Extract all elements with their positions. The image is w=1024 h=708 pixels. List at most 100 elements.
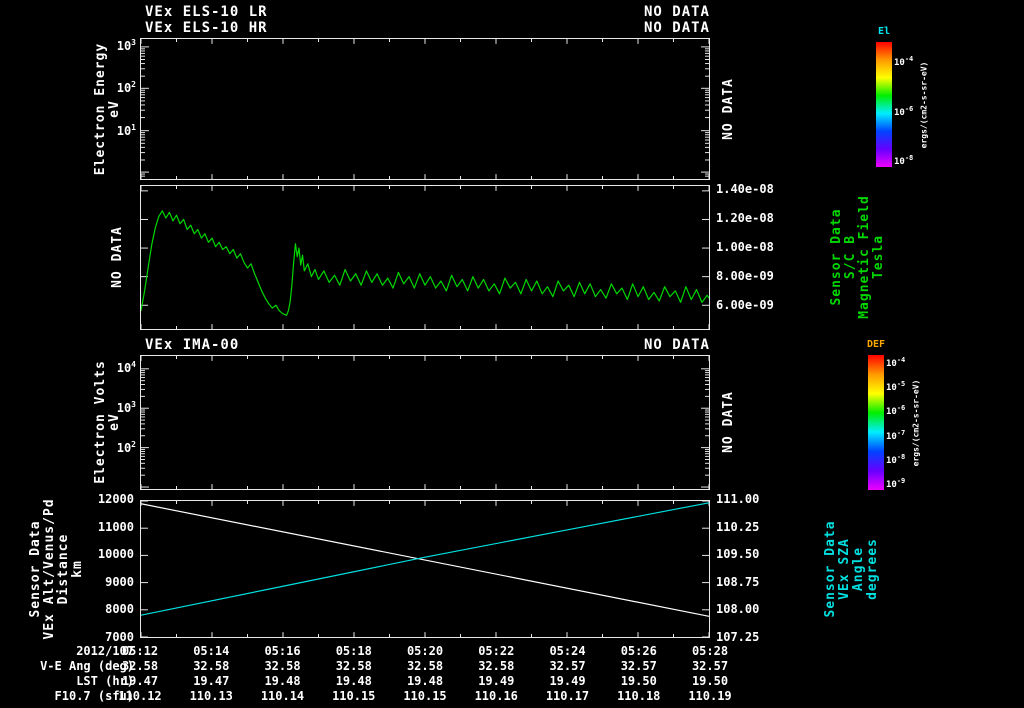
panel-magnetic-field xyxy=(140,185,710,330)
table-cell: 19.49 xyxy=(536,674,600,688)
table-cell: 110.16 xyxy=(464,689,528,703)
table-cell: 32.57 xyxy=(607,659,671,673)
time-tick-label: 05:14 xyxy=(181,644,241,658)
altitude-ytick-label: 10000 xyxy=(88,547,134,561)
colorbar-tick-label: 10-6 xyxy=(894,105,913,118)
ima-y-axis-label: Electron Volts eV xyxy=(94,360,122,484)
table-cell: 32.57 xyxy=(536,659,600,673)
altitude-ytick-label: 9000 xyxy=(88,575,134,589)
panel-ima-spectrogram xyxy=(140,355,710,490)
time-tick-label: 05:20 xyxy=(395,644,455,658)
altitude-ytick-label: 7000 xyxy=(88,630,134,644)
mag-ytick-label: 1.20e-08 xyxy=(716,211,774,225)
table-cell: 32.58 xyxy=(464,659,528,673)
colorbar-units-label: ergs/(cm2-s-sr-eV) xyxy=(920,61,929,148)
sza-ytick-label: 110.25 xyxy=(716,520,759,534)
ytick-label: 103 xyxy=(90,400,136,415)
plot-area xyxy=(141,501,709,637)
mag-ytick-label: 8.00e-09 xyxy=(716,269,774,283)
time-tick-label: 05:24 xyxy=(538,644,598,658)
ytick-label: 104 xyxy=(90,360,136,375)
time-tick-label: 05:18 xyxy=(324,644,384,658)
table-cell: 110.18 xyxy=(607,689,671,703)
table-cell: 19.50 xyxy=(607,674,671,688)
mag-ytick-label: 6.00e-09 xyxy=(716,298,774,312)
table-cell: 32.58 xyxy=(108,659,172,673)
table-cell: 110.15 xyxy=(393,689,457,703)
table-cell: 19.47 xyxy=(108,674,172,688)
table-cell: 32.57 xyxy=(678,659,742,673)
altitude-ytick-label: 11000 xyxy=(88,520,134,534)
table-cell: 110.15 xyxy=(322,689,386,703)
ytick-label: 101 xyxy=(90,123,136,138)
altitude-ytick-label: 12000 xyxy=(88,492,134,506)
table-cell: 19.48 xyxy=(322,674,386,688)
sza-ytick-label: 107.25 xyxy=(716,630,759,644)
colorbar-tick-label: 10-8 xyxy=(894,154,913,167)
mag-no-data-label: NO DATA xyxy=(111,226,125,288)
table-cell: 110.13 xyxy=(179,689,243,703)
plot-area xyxy=(141,356,709,489)
els-lr-title: VEx ELS-10 LR xyxy=(145,4,268,20)
colorbar-tick-label: 10-8 xyxy=(886,453,905,466)
colorbar-tick-label: 10-5 xyxy=(886,380,905,393)
sza-ytick-label: 109.50 xyxy=(716,547,759,561)
altitude-trace xyxy=(141,504,709,617)
altitude-ytick-label: 8000 xyxy=(88,602,134,616)
colorbar xyxy=(876,42,892,167)
ytick-label: 103 xyxy=(90,38,136,53)
els-hr-status: NO DATA xyxy=(560,20,710,36)
table-cell: 110.14 xyxy=(251,689,315,703)
table-cell: 110.19 xyxy=(678,689,742,703)
colorbar-title: El xyxy=(866,26,902,37)
ytick-label: 102 xyxy=(90,440,136,455)
els-no-data-label: NO DATA xyxy=(722,78,736,140)
colorbar-title: DEF xyxy=(858,339,894,350)
altitude-y-axis-label: Sensor Data VEx Alt/Venus/Pd Distance km xyxy=(29,498,85,639)
colorbar-tick-label: 10-4 xyxy=(894,55,913,68)
table-cell: 110.12 xyxy=(108,689,172,703)
colorbar xyxy=(868,355,884,490)
table-cell: 32.58 xyxy=(322,659,386,673)
quicklook-plot-canvas: VEx ELS-10 LR NO DATA VEx ELS-10 HR NO D… xyxy=(0,0,1024,708)
time-tick-label: 05:16 xyxy=(253,644,313,658)
colorbar-tick-label: 10-6 xyxy=(886,404,905,417)
sza-trace xyxy=(141,503,709,615)
table-cell: 19.48 xyxy=(393,674,457,688)
panel-els-hr-spectrogram xyxy=(140,38,710,180)
table-cell: 32.58 xyxy=(251,659,315,673)
table-cell: 32.58 xyxy=(179,659,243,673)
ima-title: VEx IMA-00 xyxy=(145,337,239,353)
colorbar-tick-label: 10-9 xyxy=(886,477,905,490)
time-tick-label: 05:22 xyxy=(466,644,526,658)
time-tick-label: 05:28 xyxy=(680,644,740,658)
panel-trajectory xyxy=(140,500,710,638)
colorbar-tick-label: 10-7 xyxy=(886,429,905,442)
time-tick-label: 05:26 xyxy=(609,644,669,658)
els-hr-title: VEx ELS-10 HR xyxy=(145,20,268,36)
sza-ytick-label: 108.00 xyxy=(716,602,759,616)
ima-status: NO DATA xyxy=(560,337,710,353)
els-y-axis-label: Electron Energy eV xyxy=(94,43,122,175)
colorbar-units-label: ergs/(cm2-s-sr-eV) xyxy=(912,379,921,466)
colorbar-tick-label: 10-4 xyxy=(886,356,905,369)
magnetic-field-trace xyxy=(141,211,709,315)
ytick-label: 102 xyxy=(90,80,136,95)
table-cell: 32.58 xyxy=(393,659,457,673)
time-tick-label: 05:12 xyxy=(110,644,170,658)
table-cell: 19.49 xyxy=(464,674,528,688)
mag-ytick-label: 1.40e-08 xyxy=(716,182,774,196)
mag-y-axis-label: Sensor Data S/C B Magnetic Field Tesla xyxy=(830,195,886,319)
els-lr-status: NO DATA xyxy=(560,4,710,20)
ima-no-data-label: NO DATA xyxy=(722,391,736,453)
sza-ytick-label: 108.75 xyxy=(716,575,759,589)
table-cell: 110.17 xyxy=(536,689,600,703)
table-cell: 19.48 xyxy=(251,674,315,688)
sza-y-axis-label: Sensor Data VEx SZA Angle degrees xyxy=(824,520,880,617)
table-cell: 19.50 xyxy=(678,674,742,688)
plot-area xyxy=(141,186,709,329)
table-cell: 19.47 xyxy=(179,674,243,688)
mag-ytick-label: 1.00e-08 xyxy=(716,240,774,254)
plot-area xyxy=(141,39,709,179)
sza-ytick-label: 111.00 xyxy=(716,492,759,506)
